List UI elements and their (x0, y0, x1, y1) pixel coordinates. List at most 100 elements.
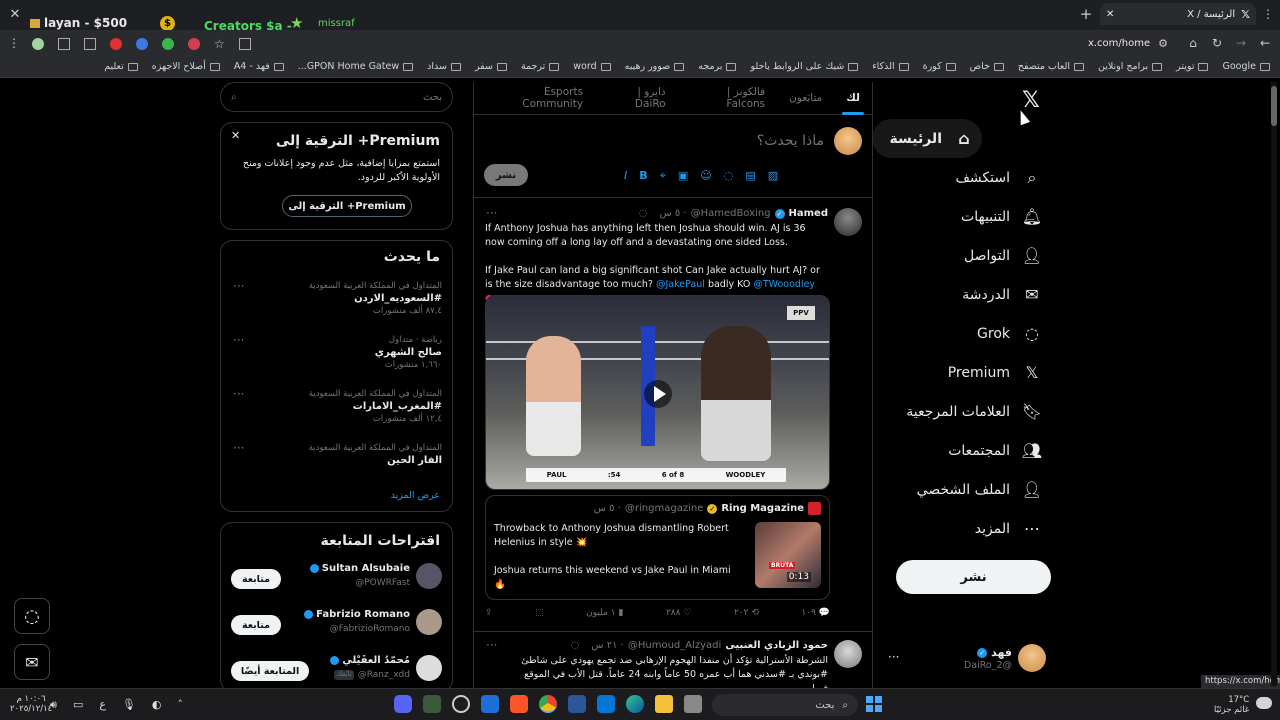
bookmark-item[interactable]: ترجمة (521, 61, 560, 72)
bookmark-star-icon[interactable]: ☆ (214, 38, 225, 50)
reply-action[interactable]: 💬 ١٠٩ (801, 608, 830, 618)
volume-icon[interactable]: 🔊︎ (50, 698, 57, 712)
pinned-tab-label[interactable]: layan - $500 (30, 16, 127, 30)
tray-app-icon[interactable]: ◐ (152, 698, 162, 712)
store-icon[interactable] (597, 695, 615, 713)
extension-icon[interactable] (58, 38, 70, 50)
nav-item-grok[interactable]: ◌ Grok (872, 314, 1050, 353)
image-icon[interactable]: ▨ (768, 169, 778, 183)
extension-icon[interactable] (188, 38, 200, 50)
tab-x-home[interactable]: 𝕏 الرئيسة / X ✕ (1100, 3, 1256, 25)
bookmark-item[interactable]: فهد - A4 (234, 61, 284, 72)
app-icon[interactable] (481, 695, 499, 713)
emoji-icon[interactable]: ☺ (700, 169, 711, 183)
battery-icon[interactable]: ▭ (73, 698, 83, 712)
app-icon[interactable] (423, 695, 441, 713)
grok-floating-button[interactable]: ◌ (14, 598, 50, 634)
feed-tab[interactable]: Esports Community (474, 82, 595, 115)
tweet[interactable]: حمود الزبادي العنبيى @Humoud_Alzyadi · ٢… (474, 632, 872, 688)
premium-upgrade-button[interactable]: Premium+ الترقية إلى (282, 195, 412, 217)
more-options-icon[interactable]: ··· (888, 650, 899, 664)
nav-item-home[interactable]: ⌂ الرئيسة (872, 119, 982, 158)
quoted-tweet[interactable]: Ring Magazine ✓ @ringmagazine · ٥ س Thro… (485, 495, 830, 600)
bookmark-item[interactable]: برامج اونلاين (1098, 61, 1163, 72)
extension-icon[interactable] (162, 38, 174, 50)
share-icon[interactable] (238, 38, 251, 50)
feed-tab[interactable]: متابَعون (777, 82, 834, 115)
grok-explain-icon[interactable]: ◌ (571, 640, 580, 651)
trend-item[interactable]: المتداول في المملكة العربية السعودية الفا… (221, 441, 452, 495)
extension-icon[interactable] (84, 38, 96, 50)
scrollbar[interactable] (1271, 82, 1277, 686)
trend-more-icon[interactable]: ··· (233, 387, 244, 401)
reload-icon[interactable]: ↻ (1210, 36, 1224, 50)
compose-input[interactable]: ماذا يحدث؟ (757, 133, 824, 149)
nav-item-premium[interactable]: 𝕏 Premium (872, 353, 1050, 392)
forward-icon[interactable]: → (1234, 36, 1248, 50)
like-action[interactable]: ♡ ٢٨٨ (666, 608, 691, 618)
app-icon[interactable] (684, 695, 702, 713)
account-switcher[interactable]: فهد ✓ @DaiRo_2 ··· (884, 644, 1054, 674)
search-input[interactable]: بحث ⌕ (220, 82, 453, 112)
bookmark-item[interactable]: برمجه (698, 61, 737, 72)
bookmark-item[interactable]: العاب متصفح (1018, 61, 1084, 72)
follow-button[interactable]: متابعة (231, 569, 281, 589)
share-action[interactable]: ⇪ (485, 608, 493, 618)
mic-icon[interactable]: 🎙︎ (122, 698, 136, 712)
edge-icon[interactable] (626, 695, 644, 713)
language-indicator[interactable]: ع (99, 698, 106, 712)
follow-button[interactable]: متابعة (231, 615, 281, 635)
bookmark-item[interactable]: أصلاح الاجهزه (152, 61, 220, 72)
trend-item[interactable]: المتداول في المملكة العربية السعودية #الم… (221, 387, 452, 441)
location-icon[interactable]: ⌖ (660, 169, 666, 183)
window-menu-icon[interactable]: ⋮ (1262, 7, 1274, 21)
trend-more-icon[interactable]: ··· (233, 441, 244, 455)
bookmark-action[interactable]: ⬚ (535, 608, 544, 618)
gif-icon[interactable]: ▤ (745, 169, 755, 183)
play-button-icon[interactable] (644, 380, 672, 408)
menu-icon[interactable]: ⋮ (8, 36, 20, 50)
chevron-up-icon[interactable]: ˄ (178, 698, 184, 712)
trend-item[interactable]: رياضة · متداول صالح الشهري ١,٦٦٠ منشورات ··… (221, 333, 452, 387)
nav-item-chat[interactable]: ✉ الدردشة (872, 275, 1050, 314)
close-icon[interactable]: ✕ (231, 129, 240, 142)
home-icon[interactable]: ⌂ (1186, 36, 1200, 50)
nav-item-follow[interactable]: 👤︎ التواصل (872, 236, 1050, 275)
follow-button[interactable]: المتابعة أيضًا (231, 661, 309, 681)
site-settings-icon[interactable]: ⚙ (1158, 37, 1168, 50)
discord-icon[interactable] (394, 695, 412, 713)
feed-tab[interactable]: فالكونز | Falcons (678, 82, 778, 115)
app-icon[interactable] (452, 695, 470, 713)
bookmark-item[interactable]: شيك على الروابط ياحلو (750, 61, 859, 72)
file-explorer-icon[interactable] (655, 695, 673, 713)
feed-tab[interactable]: دايرو | DaiRo (595, 82, 678, 115)
app-icon[interactable] (568, 695, 586, 713)
chrome-icon[interactable] (539, 695, 557, 713)
schedule-icon[interactable]: ▣ (678, 169, 688, 183)
extension-icon[interactable] (32, 38, 44, 50)
follow-suggestion[interactable]: Sultan Alsubaie @POWRFast متابعة (221, 557, 452, 603)
tweet-more-icon[interactable]: ··· (486, 638, 497, 652)
tweet-video[interactable]: PPV PAUL :54 6 of 8 WOODLEY (485, 295, 830, 490)
post-button[interactable]: نشر (896, 560, 1051, 594)
extension-icon[interactable] (136, 38, 148, 50)
bookmark-item[interactable]: GPON Home Gatew... (298, 61, 414, 72)
url-field[interactable]: ⚙ x.com/home (940, 34, 1176, 52)
compose-post-button[interactable]: نشر (484, 164, 528, 186)
brave-icon[interactable] (510, 695, 528, 713)
grok-explain-icon[interactable]: ◌ (639, 208, 648, 219)
feed-tab[interactable]: لك (834, 82, 872, 115)
taskbar-search[interactable]: ⌕ بحث (712, 694, 858, 716)
bookmark-item[interactable]: تعليم (104, 61, 138, 72)
close-tab-icon[interactable]: ✕ (1106, 9, 1114, 20)
bookmark-item[interactable]: تويتر (1176, 61, 1209, 72)
grok-icon[interactable]: ◌ (724, 169, 734, 183)
tweet-more-icon[interactable]: ··· (486, 206, 497, 220)
nav-item-notifications[interactable]: 🔔︎ التنبيهات (872, 197, 1050, 236)
nav-item-more[interactable]: ⋯ المزيد (872, 509, 1050, 548)
repost-action[interactable]: ⟲ ٢٠٢ (734, 608, 759, 618)
bookmark-item[interactable]: سداد (427, 61, 461, 72)
start-icon[interactable] (866, 696, 882, 712)
bookmark-item[interactable]: الذكاء (872, 61, 909, 72)
new-tab-icon[interactable]: + (1078, 5, 1094, 23)
